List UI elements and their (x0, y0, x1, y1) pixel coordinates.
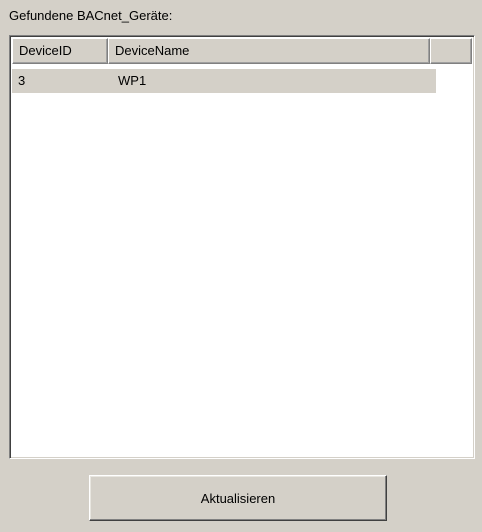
cell-device-name: WP1 (118, 73, 147, 88)
list-header: DeviceID DeviceName (12, 38, 472, 64)
found-devices-label: Gefundene BACnet_Geräte: (9, 8, 173, 23)
devices-list-view[interactable]: DeviceID DeviceName 3 WP1 (9, 35, 475, 459)
column-header-device-name[interactable]: DeviceName (108, 38, 430, 64)
column-header-device-id[interactable]: DeviceID (12, 38, 108, 64)
list-rows: 3 WP1 (12, 66, 472, 456)
cell-device-id: 3 (18, 73, 26, 88)
column-header-filler (430, 38, 472, 64)
refresh-button[interactable]: Aktualisieren (89, 475, 387, 521)
table-row[interactable]: 3 WP1 (12, 69, 436, 93)
